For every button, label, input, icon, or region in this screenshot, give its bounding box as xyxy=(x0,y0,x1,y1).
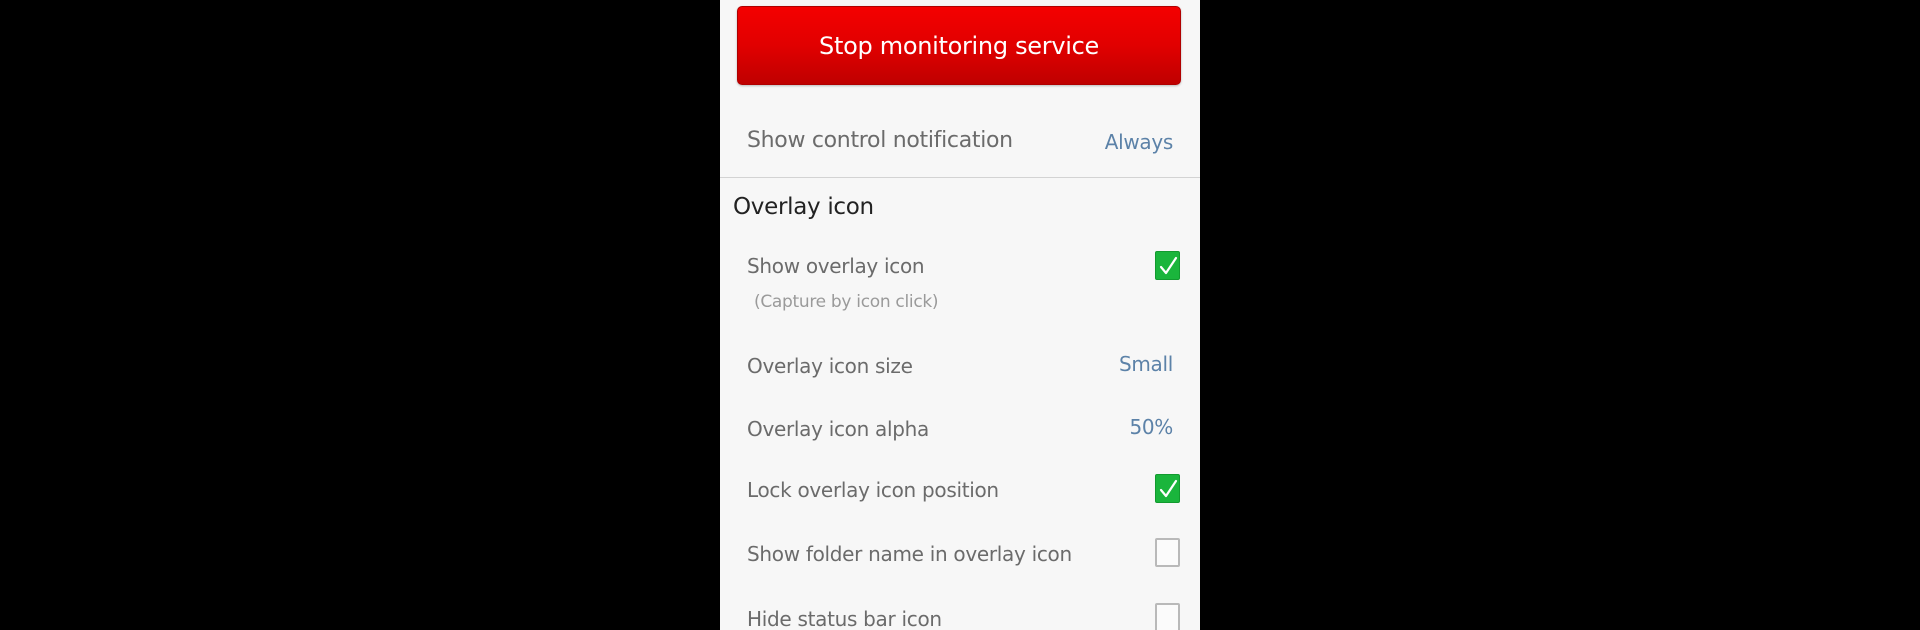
section-title-overlay-icon: Overlay icon xyxy=(733,194,874,220)
show-folder-name-checkbox[interactable] xyxy=(1155,538,1180,567)
show-overlay-icon-sublabel: (Capture by icon click) xyxy=(754,292,939,312)
stop-monitoring-button[interactable]: Stop monitoring service xyxy=(737,6,1181,85)
overlay-icon-size-label: Overlay icon size xyxy=(747,354,913,378)
hide-status-bar-icon-row[interactable]: Hide status bar icon xyxy=(720,599,1200,630)
overlay-icon-size-value: Small xyxy=(1118,352,1173,376)
lock-overlay-icon-position-row[interactable]: Lock overlay icon position xyxy=(720,470,1200,510)
overlay-icon-alpha-row[interactable]: Overlay icon alpha 50% xyxy=(720,409,1200,449)
show-folder-name-row[interactable]: Show folder name in overlay icon xyxy=(720,534,1200,574)
show-folder-name-label: Show folder name in overlay icon xyxy=(747,542,1072,566)
control-notification-value: Always xyxy=(1104,130,1174,154)
stop-monitoring-button-label: Stop monitoring service xyxy=(819,31,1099,60)
overlay-icon-size-row[interactable]: Overlay icon size Small xyxy=(720,346,1200,386)
hide-status-bar-icon-label: Hide status bar icon xyxy=(747,607,942,630)
settings-panel: Stop monitoring service Show control not… xyxy=(720,0,1200,630)
control-notification-label: Show control notification xyxy=(747,128,1013,153)
checkmark-icon xyxy=(1159,256,1178,275)
overlay-icon-alpha-label: Overlay icon alpha xyxy=(747,417,929,441)
control-notification-row[interactable]: Show control notification Always xyxy=(720,108,1200,174)
hide-status-bar-icon-checkbox[interactable] xyxy=(1155,603,1180,630)
section-divider xyxy=(720,177,1200,178)
show-overlay-icon-row[interactable]: Show overlay icon (Capture by icon click… xyxy=(720,248,1200,320)
checkmark-icon xyxy=(1159,479,1178,498)
overlay-icon-alpha-value: 50% xyxy=(1129,415,1173,439)
show-overlay-icon-label: Show overlay icon xyxy=(747,254,925,278)
lock-overlay-icon-position-label: Lock overlay icon position xyxy=(747,478,999,502)
lock-overlay-icon-position-checkbox[interactable] xyxy=(1155,474,1180,503)
show-overlay-icon-checkbox[interactable] xyxy=(1155,251,1180,280)
screen-background: Stop monitoring service Show control not… xyxy=(0,0,1920,630)
